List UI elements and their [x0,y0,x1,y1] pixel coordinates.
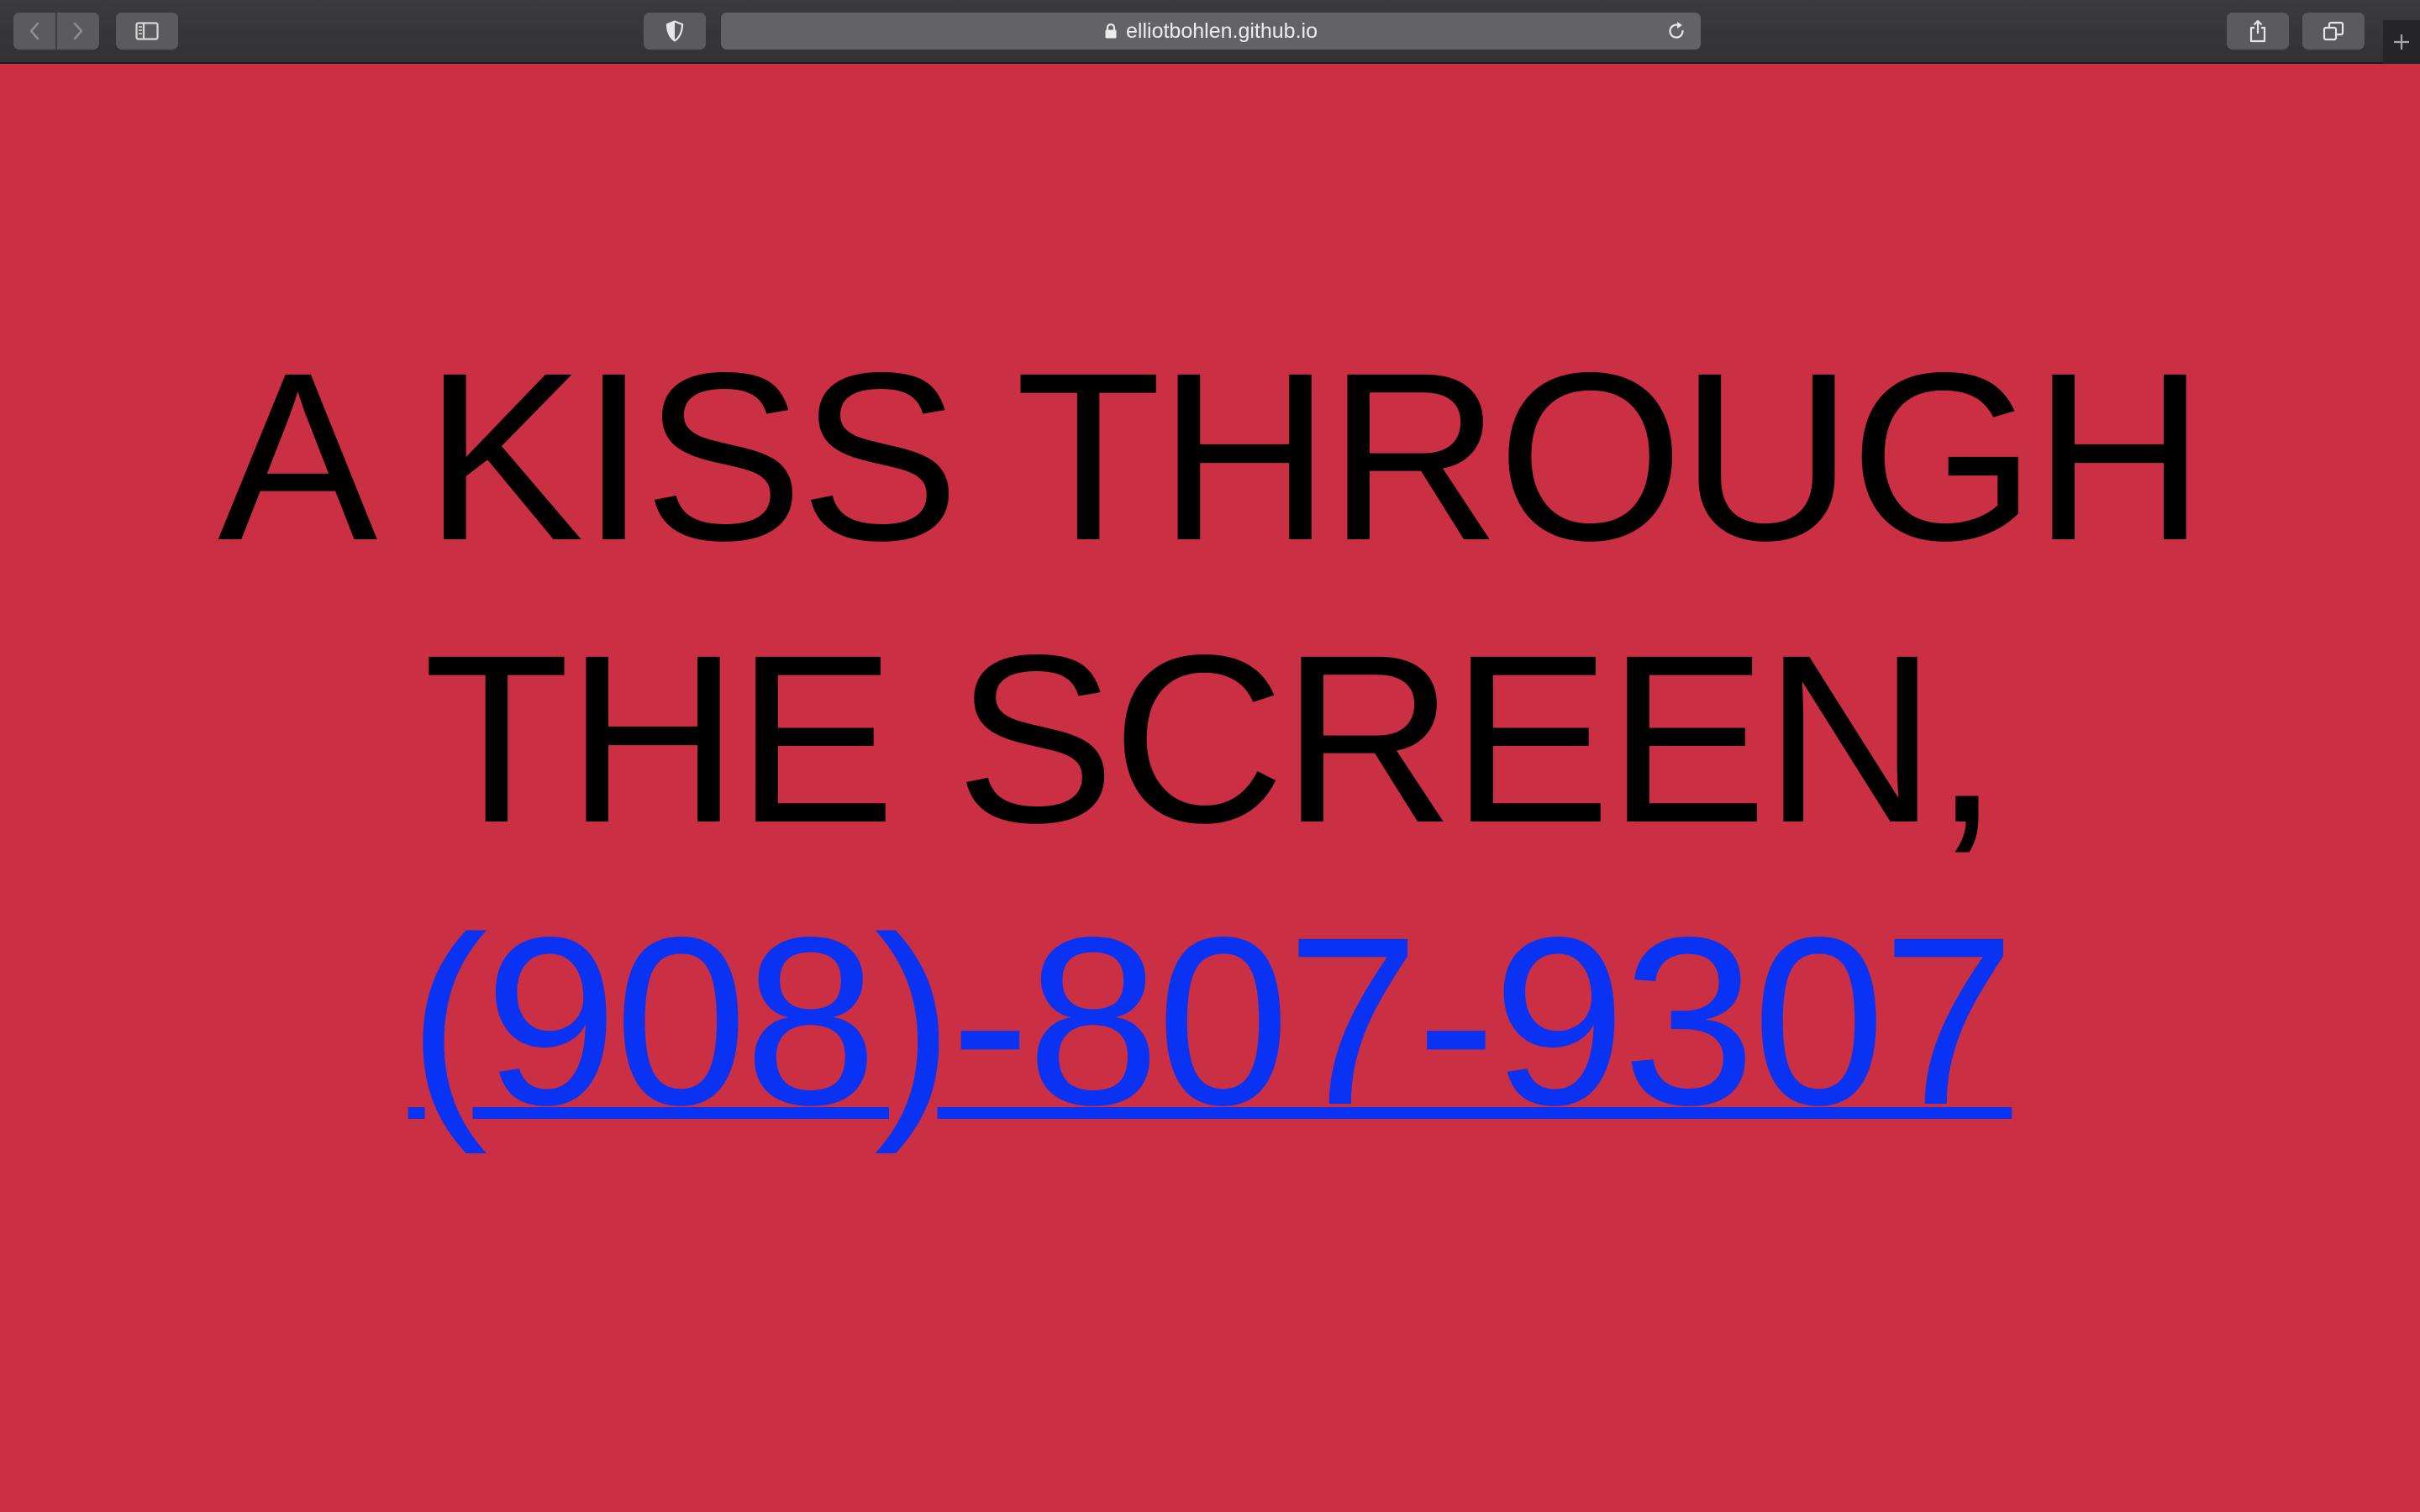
headline: A KISS THROUGH THE SCREEN, (908)-807-930… [0,316,2420,1163]
headline-line-2: THE SCREEN, [423,606,2000,873]
phone-number-link[interactable]: (908)-807-9307 [408,888,2016,1155]
shield-icon [666,20,684,42]
address-bar[interactable]: elliotbohlen.github.io [721,13,1701,50]
tabs-overview-button[interactable] [2302,13,2365,50]
tabs-overview-icon [2323,21,2344,41]
address-display: elliotbohlen.github.io [1104,19,1318,44]
url-text: elliotbohlen.github.io [1126,18,1318,43]
chevron-right-icon [73,22,83,40]
reload-icon [1669,22,1684,39]
web-page: A KISS THROUGH THE SCREEN, (908)-807-930… [0,64,2420,1512]
chevron-left-icon [29,22,39,40]
back-button[interactable] [13,13,55,50]
plus-icon [2394,34,2409,50]
new-tab-button[interactable] [2383,20,2420,64]
sidebar-icon [135,22,159,40]
sidebar-button[interactable] [116,13,178,50]
forward-button[interactable] [57,13,99,50]
navigation-buttons [13,13,99,50]
reload-button[interactable] [1664,18,1689,44]
share-icon [2249,19,2266,43]
phone-line: (908)-807-9307 [0,880,2420,1163]
browser-toolbar: elliotbohlen.github.io [0,0,2420,64]
lock-icon [1105,23,1117,39]
headline-line-1: A KISS THROUGH [218,323,2206,591]
share-button[interactable] [2227,13,2289,50]
privacy-report-button[interactable] [644,13,706,50]
